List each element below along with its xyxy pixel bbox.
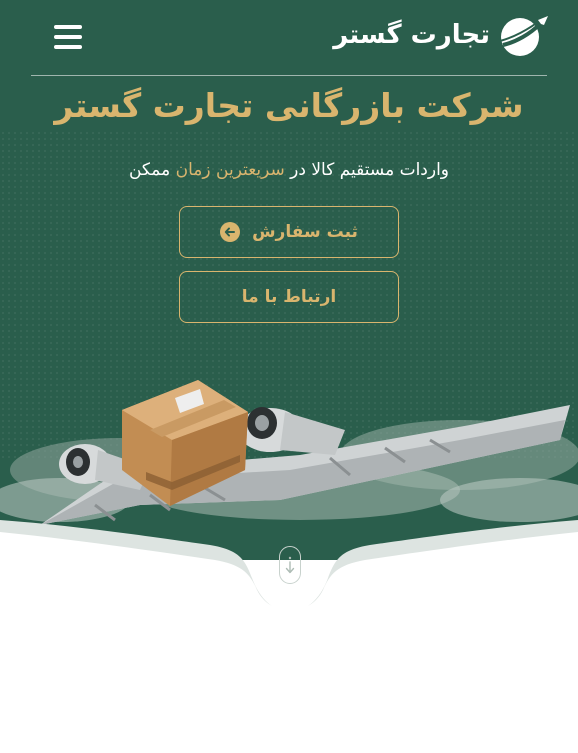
page-title: شرکت بازرگانی تجارت گستر bbox=[54, 86, 524, 125]
globe-plane-icon bbox=[499, 16, 548, 56]
arrow-left-circle-icon bbox=[220, 222, 241, 242]
site-logo[interactable]: تجارت گستر bbox=[333, 10, 548, 60]
header-divider bbox=[31, 75, 547, 76]
order-button[interactable]: ثبت سفارش bbox=[179, 206, 399, 258]
scroll-down-arrow-icon[interactable] bbox=[279, 546, 301, 584]
contact-button[interactable]: ارتباط با ما bbox=[179, 271, 399, 323]
contact-button-label: ارتباط با ما bbox=[241, 287, 337, 307]
subtitle-accent: سریعترین زمان bbox=[175, 160, 285, 180]
hero-subtitle: واردات مستقیم کالا در سریعترین زمان ممکن bbox=[0, 160, 578, 180]
subtitle-start: واردات مستقیم کالا در bbox=[284, 160, 450, 180]
subtitle-end: ممکن bbox=[128, 160, 176, 180]
site-header: تجارت گستر bbox=[0, 0, 578, 76]
order-button-label: ثبت سفارش bbox=[252, 222, 358, 242]
hamburger-menu-icon[interactable] bbox=[52, 22, 84, 52]
logo-text: تجارت گستر bbox=[333, 20, 490, 50]
